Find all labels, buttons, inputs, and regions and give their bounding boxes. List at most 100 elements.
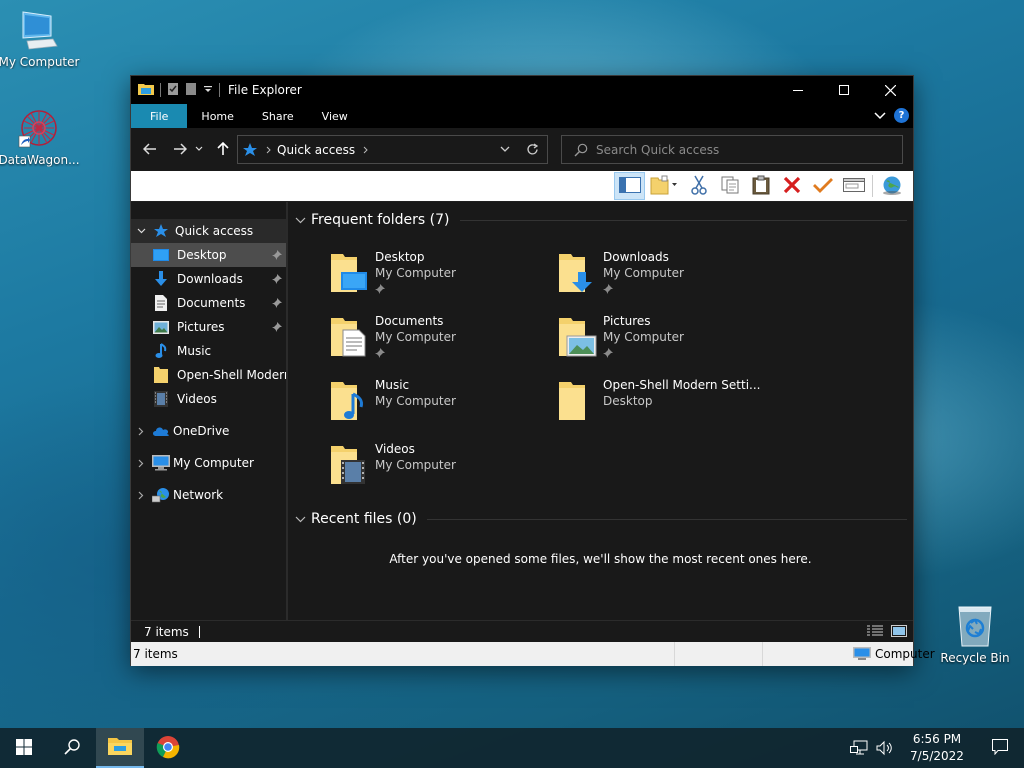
folder-tile-videos[interactable]: Videos My Computer [329,442,549,502]
nav-item-downloads[interactable]: Downloads [131,267,286,291]
frequent-folders-header[interactable]: Frequent folders (7) [288,209,913,231]
nav-label: Downloads [177,272,243,286]
classic-item-count: 7 items [131,642,675,666]
maximize-button[interactable] [821,76,867,104]
recent-locations-button[interactable] [192,137,206,161]
internet-options-button[interactable] [876,172,907,200]
navigation-bar: Quick access [131,128,913,171]
action-center-button[interactable] [976,728,1024,768]
pin-icon [375,347,385,361]
system-tray: 6:56 PM 7/5/2022 [850,728,1024,768]
chrome-taskbar-button[interactable] [144,728,192,768]
desktop-icon-my-computer[interactable]: My Computer [0,8,81,69]
search-box[interactable] [561,135,903,164]
nav-item-open-shell[interactable]: Open-Shell Modern [131,363,286,387]
refresh-icon[interactable] [526,143,539,156]
group-collapse-icon[interactable] [290,516,310,523]
address-bar[interactable]: Quick access [237,135,548,164]
start-button[interactable] [0,728,48,768]
collapsed-chevron-icon[interactable] [131,459,151,468]
breadcrumb-chevron-icon[interactable] [363,146,368,154]
folder-tile-music[interactable]: Music My Computer [329,378,549,438]
pictures-icon [151,318,171,336]
cut-button[interactable] [683,172,714,200]
group-title: Recent files (0) [311,511,417,527]
folder-tile-open-shell[interactable]: Open-Shell Modern Setti... Desktop [557,378,777,438]
documents-folder-icon [329,316,369,357]
new-folder-button[interactable] [645,172,683,200]
clock[interactable]: 6:56 PM 7/5/2022 [904,731,970,765]
expand-ribbon-icon[interactable] [874,109,886,123]
computer-icon [853,647,871,661]
volume-icon[interactable] [876,740,894,756]
properties-qat-icon[interactable] [167,82,179,99]
nav-item-videos[interactable]: Videos [131,387,286,411]
nav-my-computer[interactable]: My Computer [131,451,286,475]
content-pane[interactable]: Frequent folders (7) Desktop My Computer… [288,202,913,620]
folder-tile-documents[interactable]: Documents My Computer [329,314,549,374]
search-input[interactable] [596,142,896,157]
minimize-button[interactable] [775,76,821,104]
address-dropdown-icon[interactable] [500,146,510,153]
new-folder-qat-icon[interactable] [185,82,197,99]
zone-cell: Computer [763,642,935,666]
tab-file[interactable]: File [131,104,188,128]
help-icon[interactable]: ? [894,108,909,123]
details-view-icon[interactable] [867,625,883,640]
pin-icon [603,347,613,361]
delete-button[interactable] [776,172,807,200]
collapsed-chevron-icon[interactable] [131,427,151,436]
customize-qat-icon[interactable] [203,83,213,97]
recent-files-header[interactable]: Recent files (0) [288,508,913,530]
clock-time: 6:56 PM [912,732,962,746]
clock-date: 7/5/2022 [910,749,964,763]
large-icons-view-icon[interactable] [891,625,907,640]
desktop-icon-datawagon[interactable]: DataWagon... [0,106,81,167]
folder-tile-desktop[interactable]: Desktop My Computer [329,250,549,310]
computer-icon [17,8,61,52]
copy-icon [720,175,740,198]
group-collapse-icon[interactable] [290,217,310,224]
forward-button[interactable] [168,137,192,161]
nav-label: Videos [177,392,217,406]
navigation-pane[interactable]: Quick access Desktop Downloads Documents [131,202,288,620]
nav-item-documents[interactable]: Documents [131,291,286,315]
properties-button[interactable] [838,172,869,200]
close-button[interactable] [867,76,913,104]
details-pane-button[interactable] [614,172,645,200]
folder-tile-downloads[interactable]: Downloads My Computer [557,250,777,310]
search-button[interactable] [48,728,96,768]
network-tray-icon[interactable] [850,740,868,756]
select-all-button[interactable] [807,172,838,200]
nav-item-music[interactable]: Music [131,339,286,363]
back-button[interactable] [138,137,162,161]
quick-access-star-icon [151,222,171,240]
title-bar[interactable]: File Explorer [131,76,913,104]
pin-icon [603,283,613,297]
up-button[interactable] [211,137,235,161]
desktop-icon-recycle-bin[interactable]: Recycle Bin [933,604,1017,665]
nav-label: Quick access [175,224,254,238]
nav-quick-access[interactable]: Quick access [131,219,286,243]
cut-icon [690,175,708,198]
tab-share[interactable]: Share [248,104,308,128]
folder-location: My Computer [375,394,456,408]
folder-tile-pictures[interactable]: Pictures My Computer [557,314,777,374]
paste-button[interactable] [745,172,776,200]
file-explorer-taskbar-button[interactable] [96,728,144,768]
nav-item-desktop[interactable]: Desktop [131,243,286,267]
breadcrumb-quick-access[interactable]: Quick access [277,143,355,157]
expanded-chevron-icon[interactable] [131,228,151,234]
nav-onedrive[interactable]: OneDrive [131,419,286,443]
recycle-bin-icon [953,604,997,648]
pin-icon [375,283,385,297]
tab-view[interactable]: View [308,104,362,128]
tab-home[interactable]: Home [187,104,247,128]
collapsed-chevron-icon[interactable] [131,491,151,500]
folder-icon [557,380,597,420]
copy-button[interactable] [714,172,745,200]
group-title: Frequent folders (7) [311,212,450,228]
new-folder-icon [650,175,678,198]
nav-network[interactable]: Network [131,483,286,507]
nav-item-pictures[interactable]: Pictures [131,315,286,339]
